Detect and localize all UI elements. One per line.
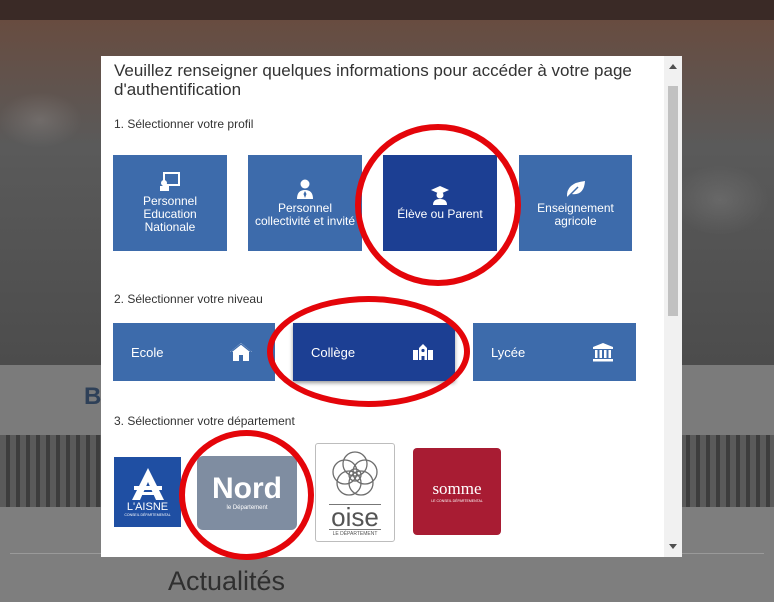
department-name: oise <box>329 502 381 532</box>
level-lycee-button[interactable]: Lycée <box>473 323 636 381</box>
annotation-circle-level <box>267 296 470 407</box>
department-aisne-logo[interactable]: L'AISNE CONSEIL DÉPARTEMENTAL <box>114 457 181 527</box>
scroll-up-arrow-icon[interactable] <box>669 64 677 69</box>
department-name: L'AISNE <box>126 501 169 513</box>
annotation-circle-profile <box>355 124 521 286</box>
section-department-label: 3. Sélectionner votre département <box>114 414 295 428</box>
level-ecole-button[interactable]: Ecole <box>113 323 275 381</box>
oise-rosette-icon <box>332 451 378 496</box>
department-oise-logo[interactable]: oise LE DÉPARTEMENT <box>315 443 395 542</box>
house-icon <box>230 343 252 361</box>
section-profile-label: 1. Sélectionner votre profil <box>114 117 254 131</box>
profile-personnel-collectivite[interactable]: Personnel collectivité et invité <box>248 155 362 251</box>
department-subtitle: LE CONSEIL DÉPARTEMENTAL <box>431 498 483 503</box>
user-tie-icon <box>297 179 313 199</box>
level-label: Lycée <box>491 344 526 360</box>
level-label: Ecole <box>131 344 164 360</box>
annotation-circle-department <box>179 430 314 560</box>
profile-label: Personnel collectivité et invité <box>254 200 356 228</box>
news-heading: Actualités <box>168 566 286 596</box>
leaf-icon <box>565 180 585 199</box>
scroll-thumb[interactable] <box>668 86 678 316</box>
modal-title: Veuillez renseigner quelques information… <box>114 61 632 99</box>
profile-label: Personnel Education Nationale <box>142 194 198 234</box>
title-band-text: B <box>84 383 102 410</box>
department-somme-logo[interactable]: somme LE CONSEIL DÉPARTEMENTAL <box>413 448 501 535</box>
profile-personnel-education[interactable]: Personnel Education Nationale <box>113 155 227 251</box>
profile-enseignement-agricole[interactable]: Enseignement agricole <box>519 155 632 251</box>
section-level-label: 2. Sélectionner votre niveau <box>114 292 263 306</box>
department-subtitle: CONSEIL DÉPARTEMENTAL <box>124 513 171 517</box>
institution-icon <box>593 343 613 362</box>
board-icon <box>160 172 180 191</box>
profile-label: Enseignement agricole <box>537 200 614 228</box>
department-name: somme <box>432 478 482 498</box>
modal-scrollbar[interactable] <box>664 56 682 557</box>
scroll-down-arrow-icon[interactable] <box>669 544 677 549</box>
department-subtitle: LE DÉPARTEMENT <box>332 531 378 537</box>
aisne-logo-icon <box>131 468 164 500</box>
